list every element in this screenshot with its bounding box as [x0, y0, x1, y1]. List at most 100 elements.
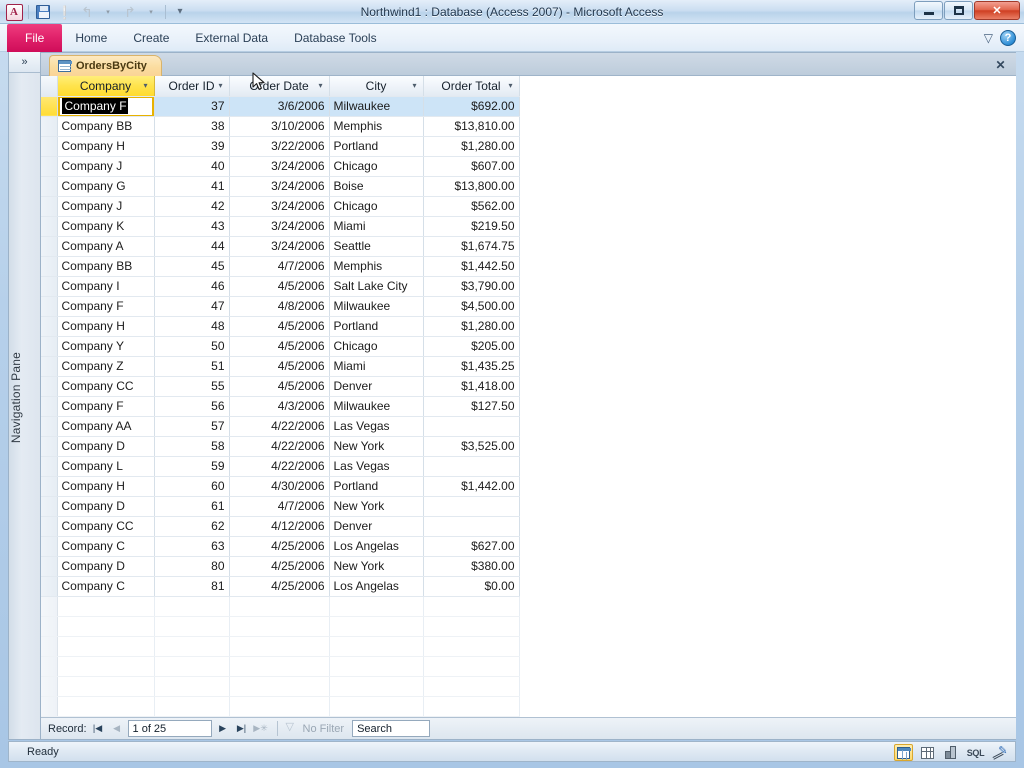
cell-company[interactable]: Company F	[57, 296, 155, 317]
cell-city[interactable]: Chicago	[329, 156, 424, 177]
cell-company[interactable]: Company L	[57, 456, 155, 477]
save-icon[interactable]	[33, 2, 53, 22]
table-row[interactable]: Company G 41 3/24/2006 Boise $13,800.00	[41, 176, 520, 197]
chevron-down-icon[interactable]: ▾	[412, 81, 416, 90]
cell-order_id[interactable]: 62	[154, 516, 230, 537]
record-position-input[interactable]: 1 of 25	[127, 720, 212, 737]
redo-dropdown-icon[interactable]: ▾	[141, 2, 161, 22]
search-input[interactable]: Search	[352, 720, 431, 737]
row-selector[interactable]	[41, 576, 58, 597]
row-selector[interactable]	[41, 96, 58, 117]
table-row[interactable]: Company AA 57 4/22/2006 Las Vegas	[41, 416, 520, 437]
next-record-button[interactable]: ▶	[215, 720, 231, 737]
cell-date[interactable]: 3/10/2006	[229, 116, 330, 137]
redo-icon[interactable]: ↱	[120, 2, 140, 22]
cell-company[interactable]: Company H	[57, 476, 155, 497]
cell-order_id[interactable]: 39	[154, 136, 230, 157]
cell-city[interactable]: Miami	[329, 356, 424, 377]
table-row[interactable]: Company A 44 3/24/2006 Seattle $1,674.75	[41, 236, 520, 257]
cell-date[interactable]: 4/12/2006	[229, 516, 330, 537]
table-row[interactable]: Company H 39 3/22/2006 Portland $1,280.00	[41, 136, 520, 157]
cell-order_id[interactable]: 81	[154, 576, 230, 597]
table-row[interactable]: Company I 46 4/5/2006 Salt Lake City $3,790.…	[41, 276, 520, 297]
cell-total[interactable]: $627.00	[423, 536, 520, 557]
select-all-button[interactable]	[41, 76, 58, 97]
row-selector[interactable]	[41, 336, 58, 357]
cell-total[interactable]: $13,800.00	[423, 176, 520, 197]
cell-company[interactable]: Company Y	[57, 336, 155, 357]
cell-date[interactable]: 4/25/2006	[229, 536, 330, 557]
cell-total[interactable]: $1,435.25	[423, 356, 520, 377]
cell-total[interactable]	[423, 496, 520, 517]
cell-order_id[interactable]: 80	[154, 556, 230, 577]
cell-company[interactable]: Company A	[57, 236, 155, 257]
cell-date[interactable]: 4/22/2006	[229, 436, 330, 457]
cell-order_id[interactable]: 59	[154, 456, 230, 477]
cell-order_id[interactable]: 57	[154, 416, 230, 437]
column-header-order-total[interactable]: Order Total ▾	[423, 76, 520, 97]
cell-order_id[interactable]: 44	[154, 236, 230, 257]
object-tab-ordersbycity[interactable]: OrdersByCity	[49, 55, 162, 76]
table-row[interactable]: Company L 59 4/22/2006 Las Vegas	[41, 456, 520, 477]
cell-company[interactable]: Company D	[57, 436, 155, 457]
row-selector[interactable]	[41, 156, 58, 177]
table-row[interactable]: Company J 42 3/24/2006 Chicago $562.00	[41, 196, 520, 217]
cell-company[interactable]: Company Z	[57, 356, 155, 377]
cell-total[interactable]: $219.50	[423, 216, 520, 237]
cell-order_id[interactable]: 45	[154, 256, 230, 277]
row-selector[interactable]	[41, 516, 58, 537]
cell-date[interactable]: 3/24/2006	[229, 236, 330, 257]
new-record-button[interactable]: ▶✳	[253, 720, 269, 737]
row-selector[interactable]	[41, 356, 58, 377]
table-row[interactable]: Company D 80 4/25/2006 New York $380.00	[41, 556, 520, 577]
datasheet-view-button[interactable]	[894, 744, 913, 761]
cell-order_id[interactable]: 38	[154, 116, 230, 137]
table-row[interactable]: Company F 56 4/3/2006 Milwaukee $127.50	[41, 396, 520, 417]
cell-order_id[interactable]: 63	[154, 536, 230, 557]
cell-date[interactable]: 4/5/2006	[229, 316, 330, 337]
cell-order_id[interactable]: 61	[154, 496, 230, 517]
table-row[interactable]: Company J 40 3/24/2006 Chicago $607.00	[41, 156, 520, 177]
cell-total[interactable]: $127.50	[423, 396, 520, 417]
cell-city[interactable]: Seattle	[329, 236, 424, 257]
restore-button[interactable]	[944, 1, 973, 20]
cell-total[interactable]: $562.00	[423, 196, 520, 217]
cell-date[interactable]: 3/24/2006	[229, 196, 330, 217]
chevron-down-icon[interactable]: ▾	[508, 81, 512, 90]
cell-order_id[interactable]: 56	[154, 396, 230, 417]
cell-order_id[interactable]: 50	[154, 336, 230, 357]
row-selector[interactable]	[41, 176, 58, 197]
run-icon[interactable]: ❕	[55, 2, 75, 22]
cell-total[interactable]: $3,790.00	[423, 276, 520, 297]
minimize-button[interactable]	[914, 1, 943, 20]
cell-city[interactable]: Chicago	[329, 196, 424, 217]
cell-city[interactable]: Denver	[329, 516, 424, 537]
cell-city[interactable]: New York	[329, 436, 424, 457]
cell-order_id[interactable]: 60	[154, 476, 230, 497]
cell-city[interactable]: New York	[329, 496, 424, 517]
cell-date[interactable]: 4/22/2006	[229, 456, 330, 477]
cell-company[interactable]: Company D	[57, 556, 155, 577]
cell-city[interactable]: Milwaukee	[329, 96, 424, 117]
cell-total[interactable]	[423, 416, 520, 437]
row-selector[interactable]	[41, 276, 58, 297]
cell-order_id[interactable]: 48	[154, 316, 230, 337]
table-row[interactable]: Company C 81 4/25/2006 Los Angelas $0.00	[41, 576, 520, 597]
close-icon[interactable]: ✕	[993, 57, 1008, 72]
row-selector[interactable]	[41, 216, 58, 237]
table-row[interactable]: Company BB 38 3/10/2006 Memphis $13,810.00	[41, 116, 520, 137]
cell-total[interactable]: $1,674.75	[423, 236, 520, 257]
access-logo-icon[interactable]: A	[4, 2, 24, 22]
cell-city[interactable]: Portland	[329, 136, 424, 157]
cell-total[interactable]: $205.00	[423, 336, 520, 357]
cell-order_id[interactable]: 55	[154, 376, 230, 397]
cell-city[interactable]: Las Vegas	[329, 416, 424, 437]
cell-order_id[interactable]: 37	[154, 96, 230, 117]
row-selector[interactable]	[41, 316, 58, 337]
cell-total[interactable]: $3,525.00	[423, 436, 520, 457]
row-selector[interactable]	[41, 436, 58, 457]
table-row[interactable]: Company D 61 4/7/2006 New York	[41, 496, 520, 517]
cell-city[interactable]: Boise	[329, 176, 424, 197]
tab-home[interactable]: Home	[62, 24, 120, 52]
cell-date[interactable]: 3/22/2006	[229, 136, 330, 157]
